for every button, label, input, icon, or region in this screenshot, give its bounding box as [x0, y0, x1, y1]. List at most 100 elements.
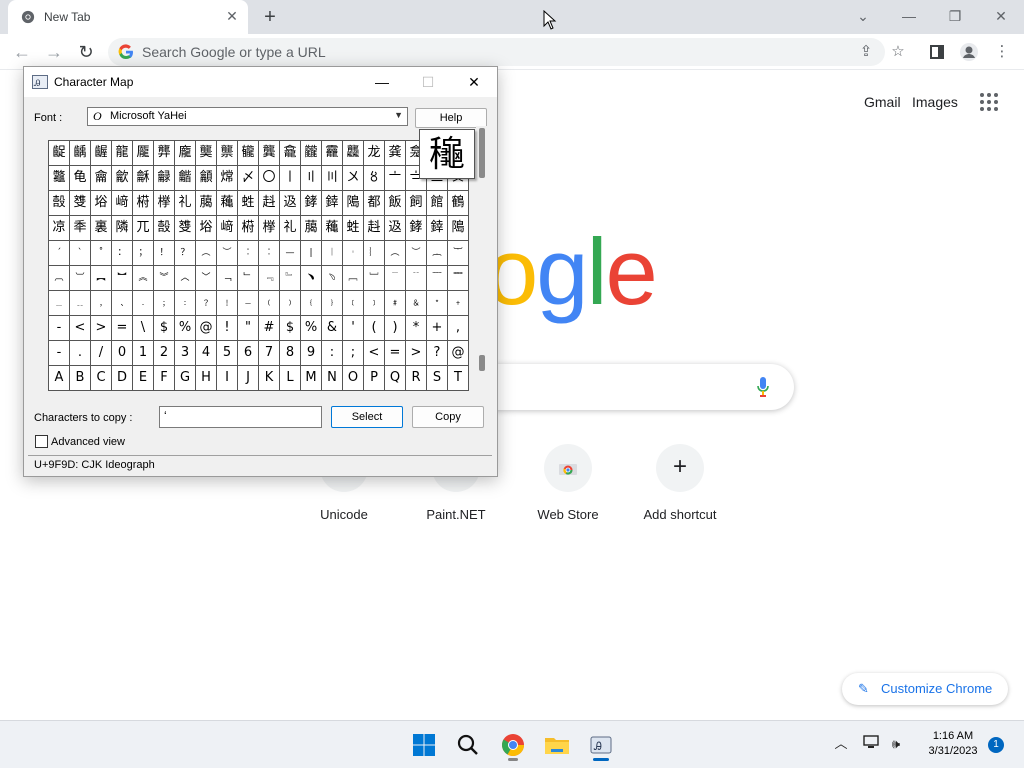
- char-cell[interactable]: 7: [259, 341, 280, 366]
- char-cell[interactable]: 〡: [280, 166, 301, 191]
- char-cell[interactable]: 〤: [343, 166, 364, 191]
- char-cell[interactable]: ﹂: [238, 266, 259, 291]
- tab-new-tab[interactable]: New Tab ✕: [8, 0, 248, 34]
- char-cell[interactable]: 龐: [175, 141, 196, 166]
- char-cell[interactable]: ︵: [385, 241, 406, 266]
- char-cell[interactable]: =: [112, 316, 133, 341]
- char-cell[interactable]: ？: [175, 241, 196, 266]
- char-cell[interactable]: 﨟: [196, 191, 217, 216]
- char-cell[interactable]: 﨣: [364, 216, 385, 241]
- microphone-icon[interactable]: [756, 376, 770, 398]
- char-cell[interactable]: ︺: [70, 266, 91, 291]
- char-cell[interactable]: 8: [280, 341, 301, 366]
- restore-button[interactable]: ❐: [943, 5, 967, 27]
- char-cell[interactable]: 龗: [322, 141, 343, 166]
- char-cell[interactable]: ！: [154, 241, 175, 266]
- char-cell[interactable]: 嗀: [154, 216, 175, 241]
- char-cell[interactable]: #: [259, 316, 280, 341]
- char-cell[interactable]: 龏: [154, 141, 175, 166]
- char-cell[interactable]: 﨧: [301, 191, 322, 216]
- char-cell[interactable]: \: [133, 316, 154, 341]
- char-cell[interactable]: 1: [133, 341, 154, 366]
- char-cell[interactable]: ︶: [406, 241, 427, 266]
- char-cell[interactable]: 6: [238, 341, 259, 366]
- char-cell[interactable]: 凉: [49, 216, 70, 241]
- char-cell[interactable]: 龑: [196, 141, 217, 166]
- char-cell[interactable]: 﨏: [91, 191, 112, 216]
- char-cell[interactable]: ︼: [112, 266, 133, 291]
- bookmark-star-icon[interactable]: ☆: [888, 42, 908, 62]
- char-cell[interactable]: 〦: [385, 166, 406, 191]
- char-cell[interactable]: @: [448, 341, 469, 366]
- char-cell[interactable]: 龒: [217, 141, 238, 166]
- char-cell[interactable]: 龚: [385, 141, 406, 166]
- char-cell[interactable]: ˋ: [70, 241, 91, 266]
- notification-badge[interactable]: 1: [988, 737, 1004, 753]
- char-cell[interactable]: $: [280, 316, 301, 341]
- char-cell[interactable]: 礼: [175, 191, 196, 216]
- char-cell[interactable]: O: [343, 366, 364, 391]
- char-cell[interactable]: 龕: [280, 141, 301, 166]
- char-cell[interactable]: ︰: [259, 241, 280, 266]
- char-cell[interactable]: 9: [301, 341, 322, 366]
- char-cell[interactable]: D: [112, 366, 133, 391]
- char-cell[interactable]: ﹠: [406, 291, 427, 316]
- char-cell[interactable]: 龖: [301, 141, 322, 166]
- system-clock[interactable]: 1:16 AM 3/31/2023: [918, 729, 988, 759]
- char-cell[interactable]: ︸: [448, 241, 469, 266]
- char-cell[interactable]: ﹢: [448, 291, 469, 316]
- select-button[interactable]: Select: [331, 406, 403, 428]
- char-cell[interactable]: 龤: [175, 166, 196, 191]
- char-cell[interactable]: ˊ: [49, 241, 70, 266]
- char-cell[interactable]: F: [154, 366, 175, 391]
- char-cell[interactable]: 齪: [49, 141, 70, 166]
- char-cell[interactable]: 龓: [238, 141, 259, 166]
- char-cell[interactable]: T: [448, 366, 469, 391]
- char-cell[interactable]: :: [322, 341, 343, 366]
- char-cell[interactable]: >: [91, 316, 112, 341]
- char-cell[interactable]: &: [322, 316, 343, 341]
- character-map-title-bar[interactable]: Ꭿ Character Map — ☐ ✕: [24, 67, 497, 97]
- char-cell[interactable]: 龍: [112, 141, 133, 166]
- char-cell[interactable]: 﨣: [259, 191, 280, 216]
- char-cell[interactable]: 龠: [91, 166, 112, 191]
- more-menu-icon[interactable]: ⋮: [992, 42, 1012, 62]
- char-cell[interactable]: ︲: [343, 241, 364, 266]
- char-cell[interactable]: 5: [217, 341, 238, 366]
- char-cell[interactable]: 﨔: [259, 216, 280, 241]
- char-cell[interactable]: 飼: [406, 191, 427, 216]
- char-cell[interactable]: 龟: [70, 166, 91, 191]
- char-cell[interactable]: L: [280, 366, 301, 391]
- images-link[interactable]: Images: [912, 94, 958, 110]
- char-cell[interactable]: A: [49, 366, 70, 391]
- character-map-taskbar-button[interactable]: Ꭿ: [585, 729, 617, 761]
- char-cell[interactable]: 﨑: [112, 191, 133, 216]
- char-cell[interactable]: .: [70, 341, 91, 366]
- char-cell[interactable]: 﨤: [385, 216, 406, 241]
- char-cell[interactable]: 﨧: [406, 216, 427, 241]
- char-cell[interactable]: 龙: [364, 141, 385, 166]
- char-cell[interactable]: @: [196, 316, 217, 341]
- copy-button[interactable]: Copy: [412, 406, 484, 428]
- char-cell[interactable]: 隣: [112, 216, 133, 241]
- characters-to-copy-field[interactable]: ʻ: [159, 406, 322, 428]
- back-icon[interactable]: ←: [11, 41, 33, 63]
- char-cell[interactable]: <: [70, 316, 91, 341]
- char-cell[interactable]: ﹎: [70, 291, 91, 316]
- char-cell[interactable]: 龣: [154, 166, 175, 191]
- char-cell[interactable]: ˚: [91, 241, 112, 266]
- char-cell[interactable]: R: [406, 366, 427, 391]
- char-cell[interactable]: ︹: [49, 266, 70, 291]
- char-cell[interactable]: ": [238, 316, 259, 341]
- start-button[interactable]: [408, 729, 440, 761]
- profile-avatar-icon[interactable]: [959, 42, 979, 62]
- char-cell[interactable]: ﹗: [217, 291, 238, 316]
- address-bar[interactable]: Search Google or type a URL: [108, 38, 885, 66]
- char-cell[interactable]: ): [385, 316, 406, 341]
- char-cell[interactable]: -: [49, 341, 70, 366]
- char-cell[interactable]: ︻: [91, 266, 112, 291]
- char-cell[interactable]: 﨓: [238, 216, 259, 241]
- char-cell[interactable]: 嗀: [49, 191, 70, 216]
- char-cell[interactable]: 﨏: [196, 216, 217, 241]
- char-cell[interactable]: 龡: [112, 166, 133, 191]
